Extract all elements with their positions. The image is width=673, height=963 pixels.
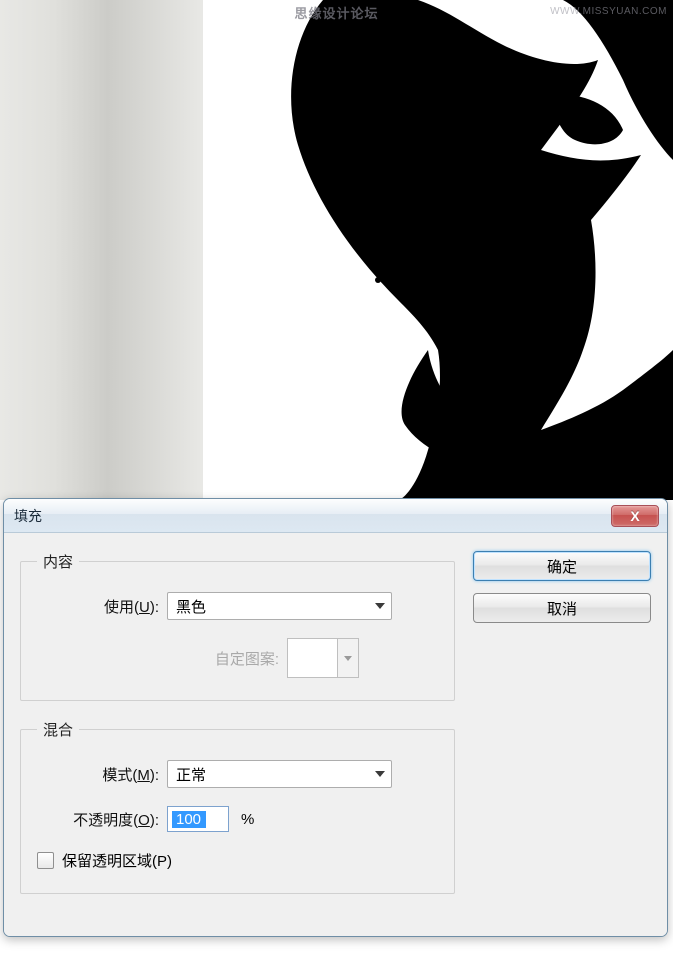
close-button[interactable]: X <box>611 505 659 527</box>
titlebar[interactable]: 填充 X <box>4 499 667 533</box>
fill-dialog: 填充 X 内容 使用(U): 黑色 <box>3 498 668 937</box>
dialog-title: 填充 <box>14 506 42 526</box>
content-fieldset: 内容 使用(U): 黑色 自定图案: <box>20 551 455 701</box>
watermark-top: 思缘设计论坛 <box>294 3 378 22</box>
blend-legend: 混合 <box>37 719 79 740</box>
chevron-down-icon <box>375 603 385 609</box>
threshold-portrait <box>203 0 673 500</box>
blend-fieldset: 混合 模式(M): 正常 不透明度(O): <box>20 719 455 894</box>
opacity-value: 100 <box>172 811 206 828</box>
content-legend: 内容 <box>37 551 79 572</box>
opacity-input[interactable]: 100 <box>167 806 229 832</box>
use-label: 使用(U): <box>37 596 167 617</box>
opacity-unit: % <box>241 811 254 828</box>
opacity-label: 不透明度(O): <box>37 809 167 830</box>
pattern-preview <box>288 639 338 677</box>
use-dropdown-value: 黑色 <box>176 596 206 617</box>
pattern-dropdown-button[interactable] <box>338 639 358 677</box>
dialog-body: 内容 使用(U): 黑色 自定图案: <box>4 533 667 936</box>
canvas-area: 思缘设计论坛 WWW.MISSYUAN.COM <box>0 0 673 500</box>
pattern-swatch[interactable] <box>287 638 359 678</box>
mode-label: 模式(M): <box>37 764 167 785</box>
use-dropdown[interactable]: 黑色 <box>167 592 392 620</box>
preserve-transparency-label: 保留透明区域(P) <box>62 850 172 871</box>
chevron-down-icon <box>375 771 385 777</box>
ok-button[interactable]: 确定 <box>473 551 651 581</box>
preserve-transparency-checkbox[interactable] <box>37 852 54 869</box>
chevron-down-icon <box>344 656 352 661</box>
close-icon: X <box>630 508 639 524</box>
cancel-button[interactable]: 取消 <box>473 593 651 623</box>
mode-dropdown[interactable]: 正常 <box>167 760 392 788</box>
watermark-corner: WWW.MISSYUAN.COM <box>550 6 667 17</box>
pattern-label: 自定图案: <box>37 648 287 669</box>
mode-dropdown-value: 正常 <box>176 764 206 785</box>
